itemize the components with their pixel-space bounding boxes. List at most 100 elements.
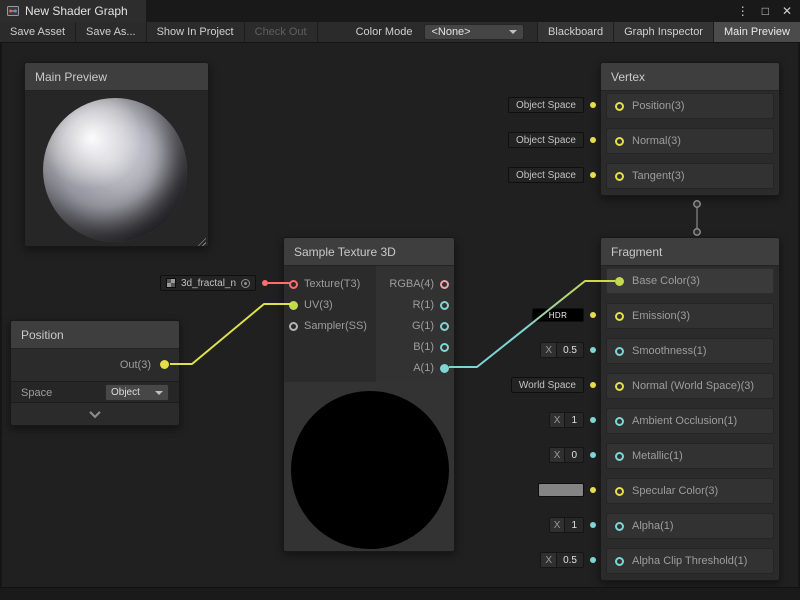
output-r: R(1) <box>413 296 449 314</box>
alpha-float-field[interactable]: X 1 <box>549 517 584 533</box>
row-label: Normal(3) <box>632 135 681 147</box>
main-preview-toggle-button[interactable]: Main Preview <box>713 22 800 42</box>
blackboard-toggle-button[interactable]: Blackboard <box>537 22 613 42</box>
normal-space-dropdown[interactable]: Object Space <box>508 132 584 148</box>
specular-color-swatch[interactable] <box>538 483 584 497</box>
metallic-input-port[interactable] <box>615 452 624 461</box>
preview-sphere <box>43 98 187 242</box>
color-mode-dropdown[interactable]: <None> <box>424 24 524 40</box>
graph-inspector-toggle-button[interactable]: Graph Inspector <box>613 22 713 42</box>
fragment-row-specular-color[interactable]: Specular Color(3) <box>606 478 774 504</box>
port-connector-dot <box>590 172 596 178</box>
fragment-row-metallic[interactable]: Metallic(1) <box>606 443 774 469</box>
b-output-port[interactable] <box>440 343 449 352</box>
vertex-row-tangent[interactable]: Tangent(3) <box>606 163 774 189</box>
row-label: Position(3) <box>632 100 685 112</box>
base-color-input-port[interactable] <box>615 277 624 286</box>
main-preview-panel[interactable]: Main Preview <box>24 62 209 247</box>
tab-new-shader-graph[interactable]: New Shader Graph <box>0 0 146 22</box>
fragment-node[interactable]: Fragment Base Color(3) Emission(3) Smoot… <box>600 237 780 581</box>
emission-color-swatch[interactable]: HDR <box>532 308 584 322</box>
texture-asset-name: 3d_fractal_n <box>181 278 236 289</box>
wire-position-out-to-uv[interactable] <box>170 304 292 364</box>
port-label: B(1) <box>413 341 434 353</box>
vertex-node[interactable]: Vertex Position(3) Normal(3) Tangent(3) <box>600 62 780 196</box>
sampler-input-port[interactable] <box>289 322 298 331</box>
tangent-space-dropdown[interactable]: Object Space <box>508 167 584 183</box>
hdr-badge: HDR <box>549 311 568 320</box>
float-field-axis-label: X <box>541 343 557 357</box>
r-output-port[interactable] <box>440 301 449 310</box>
normal-world-space-input-port[interactable] <box>615 382 624 391</box>
vertex-row-position[interactable]: Position(3) <box>606 93 774 119</box>
float-field-value[interactable]: 0 <box>565 448 583 462</box>
row-label: Alpha Clip Threshold(1) <box>632 555 747 567</box>
node-collapse-toggle[interactable] <box>11 402 179 425</box>
specular-color-input-port[interactable] <box>615 487 624 496</box>
fragment-row-smoothness[interactable]: Smoothness(1) <box>606 338 774 364</box>
maximize-icon[interactable]: □ <box>762 5 769 17</box>
close-icon[interactable]: ✕ <box>782 5 792 17</box>
chevron-down-icon <box>89 407 100 418</box>
metallic-float-field[interactable]: X 0 <box>549 447 584 463</box>
normal-space-value-widget: World Space <box>511 377 596 393</box>
sample-texture-3d-node[interactable]: Sample Texture 3D Texture(T3) UV(3) Samp… <box>283 237 455 552</box>
float-field-value[interactable]: 0.5 <box>557 343 583 357</box>
fragment-row-alpha-clip-threshold[interactable]: Alpha Clip Threshold(1) <box>606 548 774 574</box>
g-output-port[interactable] <box>440 322 449 331</box>
row-label: Metallic(1) <box>632 450 683 462</box>
rgba-output-port[interactable] <box>440 280 449 289</box>
alpha-clip-threshold-input-port[interactable] <box>615 557 624 566</box>
ambient-occlusion-float-field[interactable]: X 1 <box>549 412 584 428</box>
resize-handle[interactable] <box>196 236 206 246</box>
vertex-row-normal[interactable]: Normal(3) <box>606 128 774 154</box>
more-options-icon[interactable]: ⋮ <box>737 5 749 17</box>
object-picker-icon[interactable] <box>241 279 250 288</box>
check-out-button[interactable]: Check Out <box>245 22 318 42</box>
position-input-port[interactable] <box>615 102 624 111</box>
tangent-input-port[interactable] <box>615 172 624 181</box>
uv-input-port[interactable] <box>289 301 298 310</box>
alpha-input-port[interactable] <box>615 522 624 531</box>
save-asset-button[interactable]: Save Asset <box>0 22 76 42</box>
world-space-dropdown[interactable]: World Space <box>511 377 584 393</box>
normal-space-widget: Object Space <box>508 132 596 148</box>
position-node[interactable]: Position Out(3) Space Object <box>10 320 180 426</box>
port-connector-dot <box>590 452 596 458</box>
port-connector-dot <box>590 522 596 528</box>
fragment-row-alpha[interactable]: Alpha(1) <box>606 513 774 539</box>
show-in-project-button[interactable]: Show In Project <box>147 22 245 42</box>
smoothness-float-field[interactable]: X 0.5 <box>540 342 584 358</box>
position-space-dropdown[interactable]: Object Space <box>508 97 584 113</box>
space-dropdown[interactable]: Object <box>105 384 169 401</box>
a-output-port[interactable] <box>440 364 449 373</box>
float-field-axis-label: X <box>550 413 566 427</box>
float-field-value[interactable]: 1 <box>565 518 583 532</box>
port-connector-dot <box>590 382 596 388</box>
texture-input-port[interactable] <box>289 280 298 289</box>
save-as-button[interactable]: Save As... <box>76 22 147 42</box>
smoothness-value-widget: X 0.5 <box>540 342 596 358</box>
emission-input-port[interactable] <box>615 312 624 321</box>
position-out-port[interactable] <box>160 360 169 369</box>
row-label: Normal (World Space)(3) <box>632 380 754 392</box>
node-title-label: Vertex <box>611 70 645 84</box>
fragment-row-emission[interactable]: Emission(3) <box>606 303 774 329</box>
smoothness-input-port[interactable] <box>615 347 624 356</box>
fragment-row-normal-world-space[interactable]: Normal (World Space)(3) <box>606 373 774 399</box>
title-bar: New Shader Graph ⋮ □ ✕ <box>0 0 800 22</box>
ambient-occlusion-value-widget: X 1 <box>549 412 596 428</box>
alpha-clip-threshold-float-field[interactable]: X 0.5 <box>540 552 584 568</box>
input-sampler: Sampler(SS) <box>289 317 367 335</box>
port-connector-dot <box>590 487 596 493</box>
texture-object-field[interactable]: 3d_fractal_n <box>160 275 256 291</box>
fragment-row-base-color[interactable]: Base Color(3) <box>606 268 774 294</box>
position-space-row: Space Object <box>11 381 179 403</box>
fragment-row-ambient-occlusion[interactable]: Ambient Occlusion(1) <box>606 408 774 434</box>
float-field-value[interactable]: 1 <box>565 413 583 427</box>
normal-input-port[interactable] <box>615 137 624 146</box>
port-label: RGBA(4) <box>389 278 434 290</box>
ambient-occlusion-input-port[interactable] <box>615 417 624 426</box>
float-field-value[interactable]: 0.5 <box>557 553 583 567</box>
graph-canvas[interactable]: Main Preview Vertex Position(3) Normal(3… <box>0 43 800 600</box>
